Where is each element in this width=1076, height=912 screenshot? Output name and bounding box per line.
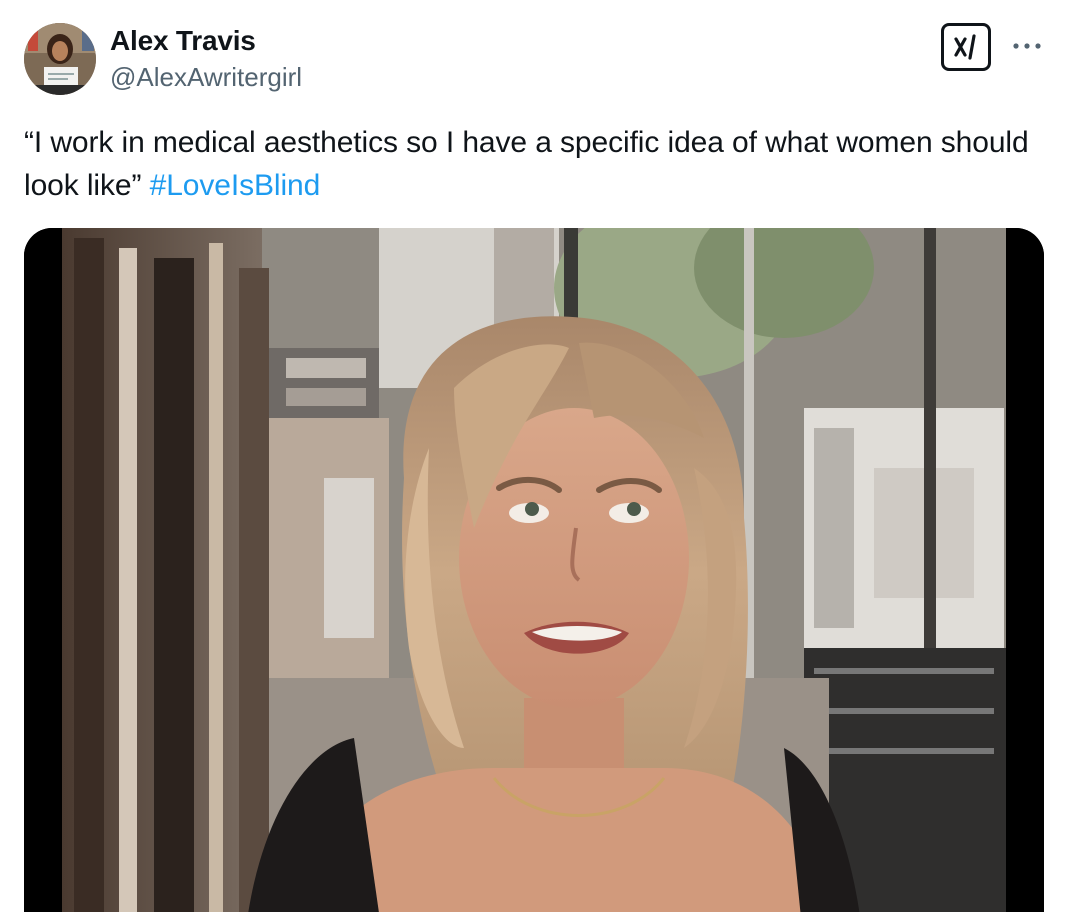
tweet-text: “I work in medical aesthetics so I have …: [24, 121, 1034, 207]
grok-button[interactable]: [941, 23, 991, 71]
more-options-button[interactable]: [1010, 34, 1044, 58]
author-handle[interactable]: @AlexAwritergirl: [110, 62, 302, 92]
grok-icon: [954, 34, 976, 60]
media-video[interactable]: [24, 228, 1044, 912]
tweet-card: Alex Travis @AlexAwritergirl “I work in …: [0, 0, 1076, 912]
avatar-image: [24, 23, 96, 95]
author-name[interactable]: Alex Travis: [110, 26, 256, 56]
avatar[interactable]: [24, 23, 96, 95]
video-frame: [24, 228, 1044, 912]
more-horizontal-icon: [1013, 43, 1041, 49]
hashtag-link[interactable]: #LoveIsBlind: [150, 169, 321, 202]
